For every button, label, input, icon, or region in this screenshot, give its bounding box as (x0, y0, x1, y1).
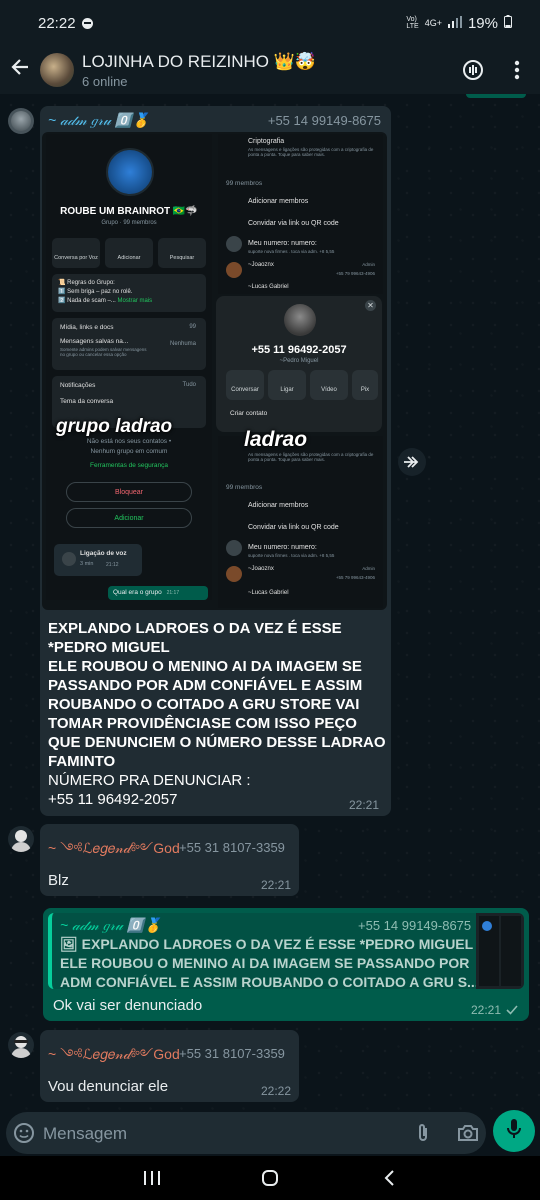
screenshot-add-contact-btn: Adicionar (66, 508, 192, 528)
overlay-grupo-ladrao: grupo ladrao (56, 416, 173, 437)
card-phone: +55 11 96492-2057 (251, 344, 347, 356)
message-text: Blz (48, 872, 69, 889)
card-video-btn: Vídeo (310, 370, 348, 400)
outgoing-message-bubble[interactable]: ~ 𝒶𝒹𝓂 𝑔𝓇𝓊 0️⃣🥇 +55 14 99149-8675 🖼 EXPLA… (43, 908, 529, 1021)
screenshot-rules: 📜 Regras do Grupo: 1️⃣ Sem briga – paz n… (52, 274, 206, 312)
volte-icon: Vo) LTE (406, 16, 419, 30)
message-text: Ok vai ser denunciado (53, 997, 203, 1014)
sender-avatar[interactable] (8, 108, 34, 134)
screenshot-no-common: Nenhum grupo em comum (90, 448, 168, 455)
attach-icon[interactable] (415, 1122, 431, 1149)
overlay-ladrao: ladrao (244, 428, 308, 451)
status-icons: Vo) LTE 4G+ 19% (406, 15, 512, 32)
message-text: Vou denunciar ele (48, 1078, 169, 1095)
message-time: 22:21 (349, 798, 380, 812)
quoted-message[interactable]: ~ 𝒶𝒹𝓂 𝑔𝓇𝓊 0️⃣🥇 +55 14 99149-8675 🖼 EXPLA… (48, 913, 524, 989)
screenshot-members-top: Criptografia As mensagens e ligações são… (218, 134, 383, 294)
screenshot-voice-btn: Conversa por Voz (52, 238, 100, 268)
message-time: 22:21 (260, 878, 291, 892)
quote-thumbnail (476, 913, 524, 989)
more-options-icon[interactable] (498, 51, 536, 89)
dnd-icon (81, 17, 93, 29)
quote-sender: ~ 𝒶𝒹𝓂 𝑔𝓇𝓊 0️⃣🥇 (60, 917, 162, 933)
sender-name[interactable]: ~ ༺ℒ𝑒𝑔𝑒𝓃𝒹༻God (48, 1038, 180, 1078)
mic-button[interactable] (493, 1110, 535, 1152)
chat-header: LOJINHA DO REIZINHO 👑🤯 6 online (0, 46, 540, 94)
message-bubble[interactable]: ~ ༺ℒ𝑒𝑔𝑒𝓃𝒹༻God +55 31 8107-3359 Blz 22:21 (40, 824, 299, 896)
image-attachment[interactable]: ROUBE UM BRAINROT 🇧🇷🦈 Grupo · 99 membros… (42, 132, 387, 610)
sender-phone: +55 31 8107-3359 (179, 1046, 285, 1061)
screenshot-not-contacts: Não está nos seus contatos • (86, 438, 172, 445)
message-input[interactable]: Mensagem (43, 1124, 127, 1144)
chat-title: LOJINHA DO REIZINHO 👑🤯 (82, 51, 317, 71)
message-input-container[interactable]: Mensagem (6, 1112, 486, 1154)
chat-subtitle: 6 online (82, 73, 128, 89)
read-check-icon (506, 1002, 518, 1020)
emoji-sticker-icon[interactable] (13, 1122, 35, 1149)
sender-name[interactable]: ~ ༺ℒ𝑒𝑔𝑒𝓃𝒹༻God (48, 832, 180, 872)
sender-avatar[interactable] (8, 826, 34, 852)
message-time: 22:22 (260, 1084, 291, 1098)
close-icon: ✕ (365, 300, 376, 311)
screenshot-add-btn: Adicionar (105, 238, 153, 268)
status-time: 22:22 (38, 14, 76, 32)
sender-phone: +55 14 99149-8675 (267, 113, 381, 128)
status-bar: 22:22 Vo) LTE 4G+ 19% (0, 0, 540, 46)
quote-text: 🖼 EXPLANDO LADROES O DA VEZ É ESSE *PEDR… (60, 936, 479, 989)
signal-icon (447, 15, 462, 31)
sender-avatar[interactable] (8, 1032, 34, 1058)
chat-title-block[interactable]: LOJINHA DO REIZINHO 👑🤯 6 online (82, 52, 454, 89)
card-create: Criar contato (230, 410, 268, 417)
screenshot-group-sub: Grupo · 99 membros (101, 220, 157, 226)
previous-message-edge (466, 94, 526, 98)
contact-photo (284, 304, 316, 336)
back-nav-icon[interactable] (383, 1169, 395, 1192)
card-call-btn: Ligar (268, 370, 306, 400)
mic-icon (506, 1118, 522, 1145)
recent-apps-icon[interactable] (143, 1170, 161, 1191)
group-photo (106, 148, 154, 196)
home-icon[interactable] (261, 1169, 279, 1192)
screenshot-sent-msg: Qual era o grupo 21:17 (108, 586, 208, 600)
system-nav-bar (0, 1156, 540, 1200)
screenshot-security: Ferramentas de segurança (89, 462, 169, 469)
sender-phone: +55 31 8107-3359 (179, 840, 285, 855)
message-text: EXPLANDO LADROES O DA VEZ É ESSE *PEDRO … (48, 620, 386, 808)
screenshot-group-info: ROUBE UM BRAINROT 🇧🇷🦈 Grupo · 99 membros… (46, 134, 212, 600)
battery-level: 19% (467, 14, 498, 32)
message-bubble[interactable]: ~ ༺ℒ𝑒𝑔𝑒𝓃𝒹༻God +55 31 8107-3359 Vou denun… (40, 1030, 299, 1102)
screenshot-block-btn: Bloquear (66, 482, 192, 502)
card-pix-btn: Pix (352, 370, 378, 400)
camera-icon[interactable] (457, 1123, 479, 1148)
chat-area[interactable]: ~ 𝒶𝒹𝓂 𝑔𝓇𝓊 0️⃣🥇 +55 14 99149-8675 ROUBE U… (0, 94, 540, 1110)
screenshot-members-bottom: As mensagens e ligações são protegidas c… (218, 436, 383, 608)
composer-bar: Mensagem (0, 1110, 540, 1156)
screenshot-group-name: ROUBE UM BRAINROT 🇧🇷🦈 (60, 206, 198, 217)
message-time: 22:21 (471, 1003, 502, 1017)
battery-icon (504, 15, 512, 31)
back-arrow-icon[interactable] (0, 56, 40, 84)
forward-icon[interactable] (398, 448, 426, 476)
sender-name[interactable]: ~ 𝒶𝒹𝓂 𝑔𝓇𝓊 0️⃣🥇 (48, 112, 150, 129)
card-name: ~Pedro Miguel (279, 358, 319, 364)
group-call-icon[interactable] (454, 51, 492, 89)
quote-phone: +55 14 99149-8675 (358, 918, 472, 933)
network-type: 4G+ (424, 18, 442, 28)
card-chat-btn: Conversar (226, 370, 264, 400)
screenshot-contact-card: ✕ +55 11 96492-2057 ~Pedro Miguel Conver… (216, 296, 382, 432)
screenshot-search-btn: Pesquisar (158, 238, 206, 268)
screenshot-call-bubble: Ligação de voz 3 min 21:12 (54, 544, 142, 576)
group-avatar[interactable] (40, 53, 74, 87)
screenshot-settings: Mídia, links e docs 99 Mensagens salvas … (52, 318, 206, 370)
